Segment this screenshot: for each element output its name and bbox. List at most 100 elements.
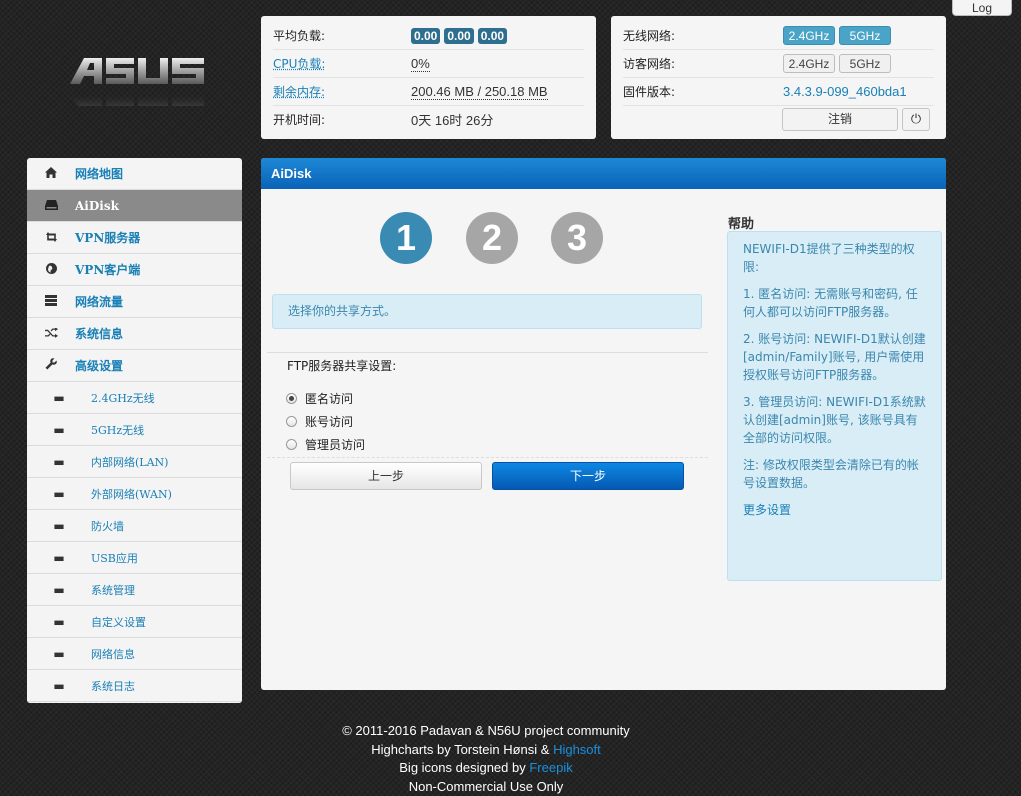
dash-icon: ▬ (27, 647, 91, 661)
sidebar-subitem-label: 内部网络(LAN) (91, 454, 168, 470)
divider (267, 352, 708, 353)
radio-button[interactable] (286, 416, 297, 427)
load-5min-badge: 0.00 (444, 28, 473, 44)
sidebar-subitem-syslog[interactable]: ▬ 系统日志 (27, 670, 242, 702)
sidebar-subitem-admin[interactable]: ▬ 系统管理 (27, 574, 242, 606)
help-box: NEWIFI-D1提供了三种类型的权限: 1. 匿名访问: 无需账号和密码, 任… (727, 231, 942, 581)
cpu-row: CPU负载: 0% (273, 50, 584, 78)
dash-icon: ▬ (27, 487, 91, 501)
sidebar-subitem-wan[interactable]: ▬ 外部网络(WAN) (27, 478, 242, 510)
sidebar-subitem-label: 系统日志 (91, 678, 135, 694)
wifi-5ghz-button[interactable]: 5GHz (839, 26, 891, 45)
sidebar-subitem-label: 2.4GHz无线 (91, 390, 155, 406)
uptime-label: 开机时间: (273, 111, 411, 128)
radio-label: 管理员访问 (305, 436, 365, 453)
help-paragraph: 2. 账号访问: NEWIFI-D1默认创建[admin/Family]账号, … (743, 330, 926, 384)
sidebar-subitem-label: USB应用 (91, 550, 138, 566)
load-label: 平均负载: (273, 27, 411, 44)
memory-link[interactable]: 剩余内存: (273, 83, 411, 100)
power-button[interactable]: ⏻ (902, 108, 930, 131)
firmware-version-link[interactable]: 3.4.3.9-099_460bda1 (783, 84, 907, 99)
guest-24ghz-button[interactable]: 2.4GHz (783, 54, 835, 73)
sidebar-subitem-label: 外部网络(WAN) (91, 486, 172, 502)
radio-anonymous[interactable]: 匿名访问 (286, 390, 353, 407)
sidebar-item-vpn-server[interactable]: VPN服务器 (27, 222, 242, 254)
dash-icon: ▬ (27, 519, 91, 533)
sidebar-subitem-custom[interactable]: ▬ 自定义设置 (27, 606, 242, 638)
sidebar-subitem-firewall[interactable]: ▬ 防火墙 (27, 510, 242, 542)
sidebar-item-label: 系统信息 (75, 325, 123, 342)
sidebar-item-aidisk[interactable]: AiDisk (27, 190, 242, 222)
sidebar-subitem-label: 5GHz无线 (91, 422, 144, 438)
next-button[interactable]: 下一步 (492, 462, 684, 490)
dash-icon: ▬ (27, 615, 91, 629)
guest-row: 访客网络: 2.4GHz5GHz (623, 50, 934, 78)
sidebar-subitem-label: 网络信息 (91, 646, 135, 662)
load-1min-badge: 0.00 (411, 28, 440, 44)
dash-icon: ▬ (27, 423, 91, 437)
sidebar-item-label: 高级设置 (75, 357, 123, 374)
previous-button[interactable]: 上一步 (290, 462, 482, 490)
sidebar-subitem-usb[interactable]: ▬ USB应用 (27, 542, 242, 574)
ftp-settings-title: FTP服务器共享设置: (287, 357, 396, 374)
sidebar-item-traffic[interactable]: 网络流量 (27, 286, 242, 318)
sidebar-item-label: AiDisk (75, 199, 119, 213)
cpu-load-value: 0% (411, 56, 430, 72)
radio-button[interactable] (286, 439, 297, 450)
tasks-icon (27, 295, 75, 309)
asus-logo (68, 54, 208, 106)
icons-credit: Big icons designed by Freepik (261, 759, 711, 778)
log-button[interactable]: Log (952, 0, 1012, 16)
disk-icon (27, 199, 75, 213)
copyright-text: © 2011-2016 Padavan & N56U project commu… (261, 722, 711, 741)
wifi-24ghz-button[interactable]: 2.4GHz (783, 26, 835, 45)
step-2-indicator: 2 (466, 212, 518, 264)
radio-label: 账号访问 (305, 413, 353, 430)
divider (267, 457, 708, 458)
memory-row: 剩余内存: 200.46 MB / 250.18 MB (273, 78, 584, 106)
home-icon (27, 167, 75, 181)
sidebar-item-label: 网络流量 (75, 293, 123, 310)
uptime-row: 开机时间: 0天 16时 26分 (273, 106, 584, 133)
load-15min-badge: 0.00 (478, 28, 507, 44)
footer: © 2011-2016 Padavan & N56U project commu… (261, 722, 711, 796)
sidebar-subitem-wireless-24[interactable]: ▬ 2.4GHz无线 (27, 382, 242, 414)
highcharts-credit: Highcharts by Torstein Hønsi & Highsoft (261, 741, 711, 760)
sidebar-item-label: 网络地图 (75, 165, 123, 182)
power-icon: ⏻ (911, 112, 921, 127)
dash-icon: ▬ (27, 679, 91, 693)
wrench-icon (27, 358, 75, 373)
retweet-icon (27, 231, 75, 245)
help-title: 帮助 (728, 213, 754, 232)
sidebar-item-vpn-client[interactable]: VPN客户端 (27, 254, 242, 286)
random-icon (27, 327, 75, 341)
radio-admin[interactable]: 管理员访问 (286, 436, 365, 453)
sidebar-item-system-info[interactable]: 系统信息 (27, 318, 242, 350)
load-row: 平均负载: 0.000.000.00 (273, 22, 584, 50)
step-1-indicator: 1 (380, 212, 432, 264)
sidebar-subitem-lan[interactable]: ▬ 内部网络(LAN) (27, 446, 242, 478)
radio-button-checked[interactable] (286, 393, 297, 404)
guest-5ghz-button[interactable]: 5GHz (839, 54, 891, 73)
logout-button[interactable]: 注销 (782, 108, 898, 131)
globe-icon (27, 263, 75, 277)
sidebar-subitem-wireless-5[interactable]: ▬ 5GHz无线 (27, 414, 242, 446)
help-paragraph: 3. 管理员访问: NEWIFI-D1系统默认创建[admin]账号, 该账号具… (743, 393, 926, 447)
sidebar-item-label: VPN客户端 (75, 261, 140, 278)
freepik-link[interactable]: Freepik (529, 760, 572, 775)
icons-credit-text: Big icons designed by (399, 760, 529, 775)
cpu-load-link[interactable]: CPU负载: (273, 55, 411, 72)
aidisk-panel: AiDisk 1 2 3 选择你的共享方式。 FTP服务器共享设置: 匿名访问 … (261, 158, 946, 690)
sidebar-item-network-map[interactable]: 网络地图 (27, 158, 242, 190)
more-settings-link[interactable]: 更多设置 (743, 503, 791, 517)
step-3-indicator: 3 (551, 212, 603, 264)
dash-icon: ▬ (27, 551, 91, 565)
wifi-label: 无线网络: (623, 27, 783, 44)
sidebar-subitem-netinfo[interactable]: ▬ 网络信息 (27, 638, 242, 670)
highsoft-link[interactable]: Highsoft (553, 742, 601, 757)
dash-icon: ▬ (27, 391, 91, 405)
highcharts-credit-text: Highcharts by Torstein Hønsi & (371, 742, 553, 757)
radio-account[interactable]: 账号访问 (286, 413, 353, 430)
sidebar-item-advanced[interactable]: 高级设置 (27, 350, 242, 382)
license-text: Non-Commercial Use Only (261, 778, 711, 796)
